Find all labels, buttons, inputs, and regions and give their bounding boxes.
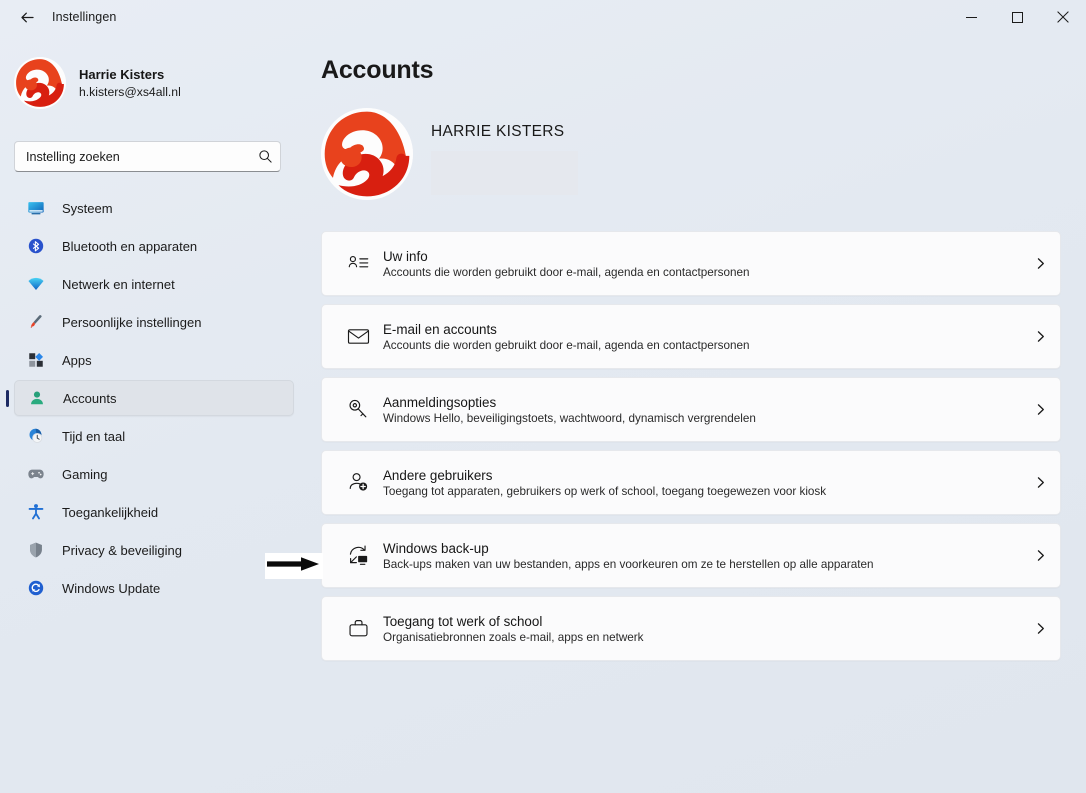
account-name: Harrie Kisters: [79, 67, 165, 83]
settings-card-list: Uw info Accounts die worden gebruikt doo…: [321, 231, 1061, 661]
clock-globe-icon: [26, 426, 46, 446]
window-title: Instellingen: [52, 10, 117, 24]
user-avatar-logo: [14, 57, 66, 109]
accessibility-icon: [26, 502, 46, 522]
back-button[interactable]: [10, 3, 44, 31]
maximize-icon: [1011, 11, 1023, 23]
sidebar-item-label: Tijd en taal: [62, 428, 126, 444]
chevron-right-icon[interactable]: [1020, 330, 1060, 343]
sidebar-item-label: Gaming: [62, 466, 108, 482]
annotation-arrow-icon: [267, 554, 321, 579]
chevron-right-icon[interactable]: [1020, 403, 1060, 416]
card-title: E-mail en accounts: [383, 321, 497, 337]
maximize-button[interactable]: [994, 0, 1040, 34]
sidebar-item-label: Windows Update: [62, 580, 161, 596]
card-title: Aanmeldingsopties: [383, 394, 497, 410]
sidebar-item-label: Systeem: [62, 200, 113, 216]
sidebar-item-label: Apps: [62, 352, 92, 368]
sidebar-item-label: Persoonlijke instellingen: [62, 314, 202, 330]
settings-window: Instellingen Harrie Kisters h.kisters@xs…: [0, 0, 1086, 793]
update-refresh-icon: [26, 578, 46, 598]
profile-display-name: HARRIE KISTERS: [431, 123, 565, 140]
card-title: Toegang tot werk of school: [383, 613, 543, 629]
gamepad-icon: [26, 464, 46, 484]
add-user-icon: [336, 470, 380, 495]
account-email: h.kisters@xs4all.nl: [79, 84, 181, 99]
settings-card-uw-info[interactable]: Uw info Accounts die worden gebruikt doo…: [321, 231, 1061, 296]
apps-grid-icon: [26, 350, 46, 370]
avatar: [14, 57, 66, 109]
main-content: Accounts HARRIE KISTERS Uw info Accounts…: [305, 40, 1086, 793]
minimize-icon: [965, 12, 977, 23]
card-subtitle: Organisatiebronnen zoals e-mail, apps en…: [383, 630, 644, 644]
user-avatar-logo: [321, 108, 413, 200]
annotation-arrow: [265, 553, 323, 579]
wifi-icon: [26, 274, 46, 294]
settings-card-andere-gebruikers[interactable]: Andere gebruikers Toegang tot apparaten,…: [321, 450, 1061, 515]
chevron-right-icon[interactable]: [1020, 257, 1060, 270]
sidebar-item-systeem[interactable]: Systeem: [14, 190, 294, 226]
sidebar-item-toegankelijkheid[interactable]: Toegankelijkheid: [14, 494, 294, 530]
sidebar-item-label: Bluetooth en apparaten: [62, 238, 198, 254]
card-subtitle: Back-ups maken van uw bestanden, apps en…: [383, 557, 874, 571]
window-controls: [948, 0, 1086, 34]
card-title: Windows back-up: [383, 540, 489, 556]
close-icon: [1057, 11, 1069, 23]
sidebar-item-persoonlijke-instellingen[interactable]: Persoonlijke instellingen: [14, 304, 294, 340]
title-bar: Instellingen: [0, 0, 1086, 34]
sidebar-item-label: Netwerk en internet: [62, 276, 175, 292]
sidebar-item-windows-update[interactable]: Windows Update: [14, 570, 294, 606]
settings-card-e-mail-en-accounts[interactable]: E-mail en accounts Accounts die worden g…: [321, 304, 1061, 369]
sidebar-item-label: Privacy & beveiliging: [62, 542, 182, 558]
sidebar-item-bluetooth-en-apparaten[interactable]: Bluetooth en apparaten: [14, 228, 294, 264]
minimize-button[interactable]: [948, 0, 994, 34]
profile-hero: HARRIE KISTERS: [321, 108, 1086, 200]
chevron-right-icon[interactable]: [1020, 476, 1060, 489]
sidebar-account-block[interactable]: Harrie Kisters h.kisters@xs4all.nl: [0, 47, 305, 119]
person-icon: [27, 388, 47, 408]
key-icon: [336, 397, 380, 422]
search-input[interactable]: [15, 149, 250, 164]
sidebar-item-apps[interactable]: Apps: [14, 342, 294, 378]
sidebar-nav: Systeem Bluetooth en apparaten Netwerk e…: [0, 190, 305, 606]
card-subtitle: Accounts die worden gebruikt door e-mail…: [383, 265, 750, 279]
sidebar-item-netwerk-en-internet[interactable]: Netwerk en internet: [14, 266, 294, 302]
card-title: Uw info: [383, 248, 428, 264]
close-button[interactable]: [1040, 0, 1086, 34]
chevron-right-icon[interactable]: [1020, 549, 1060, 562]
bluetooth-icon: [26, 236, 46, 256]
backup-restore-icon: [336, 543, 380, 568]
search-icon[interactable]: [250, 149, 280, 164]
envelope-icon: [336, 324, 380, 349]
redacted-email-box: [431, 151, 578, 195]
card-subtitle: Accounts die worden gebruikt door e-mail…: [383, 338, 750, 352]
sidebar-item-label: Accounts: [63, 390, 117, 406]
sidebar-item-accounts[interactable]: Accounts: [6, 380, 294, 416]
sidebar: Harrie Kisters h.kisters@xs4all.nl Inste…: [0, 40, 305, 793]
settings-card-aanmeldingsopties[interactable]: Aanmeldingsopties Windows Hello, beveili…: [321, 377, 1061, 442]
sidebar-item-gaming[interactable]: Gaming: [14, 456, 294, 492]
settings-card-toegang-tot-werk-of-school[interactable]: Toegang tot werk of school Organisatiebr…: [321, 596, 1061, 661]
search-box[interactable]: [14, 141, 281, 172]
sidebar-item-label: Toegankelijkheid: [62, 504, 159, 520]
settings-card-windows-back-up[interactable]: Windows back-up Back-ups maken van uw be…: [321, 523, 1061, 588]
back-arrow-icon: [19, 9, 36, 26]
paintbrush-icon: [26, 312, 46, 332]
user-info-icon: [336, 251, 380, 276]
sidebar-item-privacy-beveiliging[interactable]: Privacy & beveiliging: [14, 532, 294, 568]
sidebar-item-tijd-en-taal[interactable]: Tijd en taal: [14, 418, 294, 454]
card-subtitle: Windows Hello, beveiligingstoets, wachtw…: [383, 411, 756, 425]
card-title: Andere gebruikers: [383, 467, 493, 483]
page-title: Accounts: [321, 56, 434, 84]
shield-icon: [26, 540, 46, 560]
monitor-icon: [26, 198, 46, 218]
profile-avatar: [321, 108, 413, 200]
chevron-right-icon[interactable]: [1020, 622, 1060, 635]
card-subtitle: Toegang tot apparaten, gebruikers op wer…: [383, 484, 827, 498]
briefcase-icon: [336, 616, 380, 641]
